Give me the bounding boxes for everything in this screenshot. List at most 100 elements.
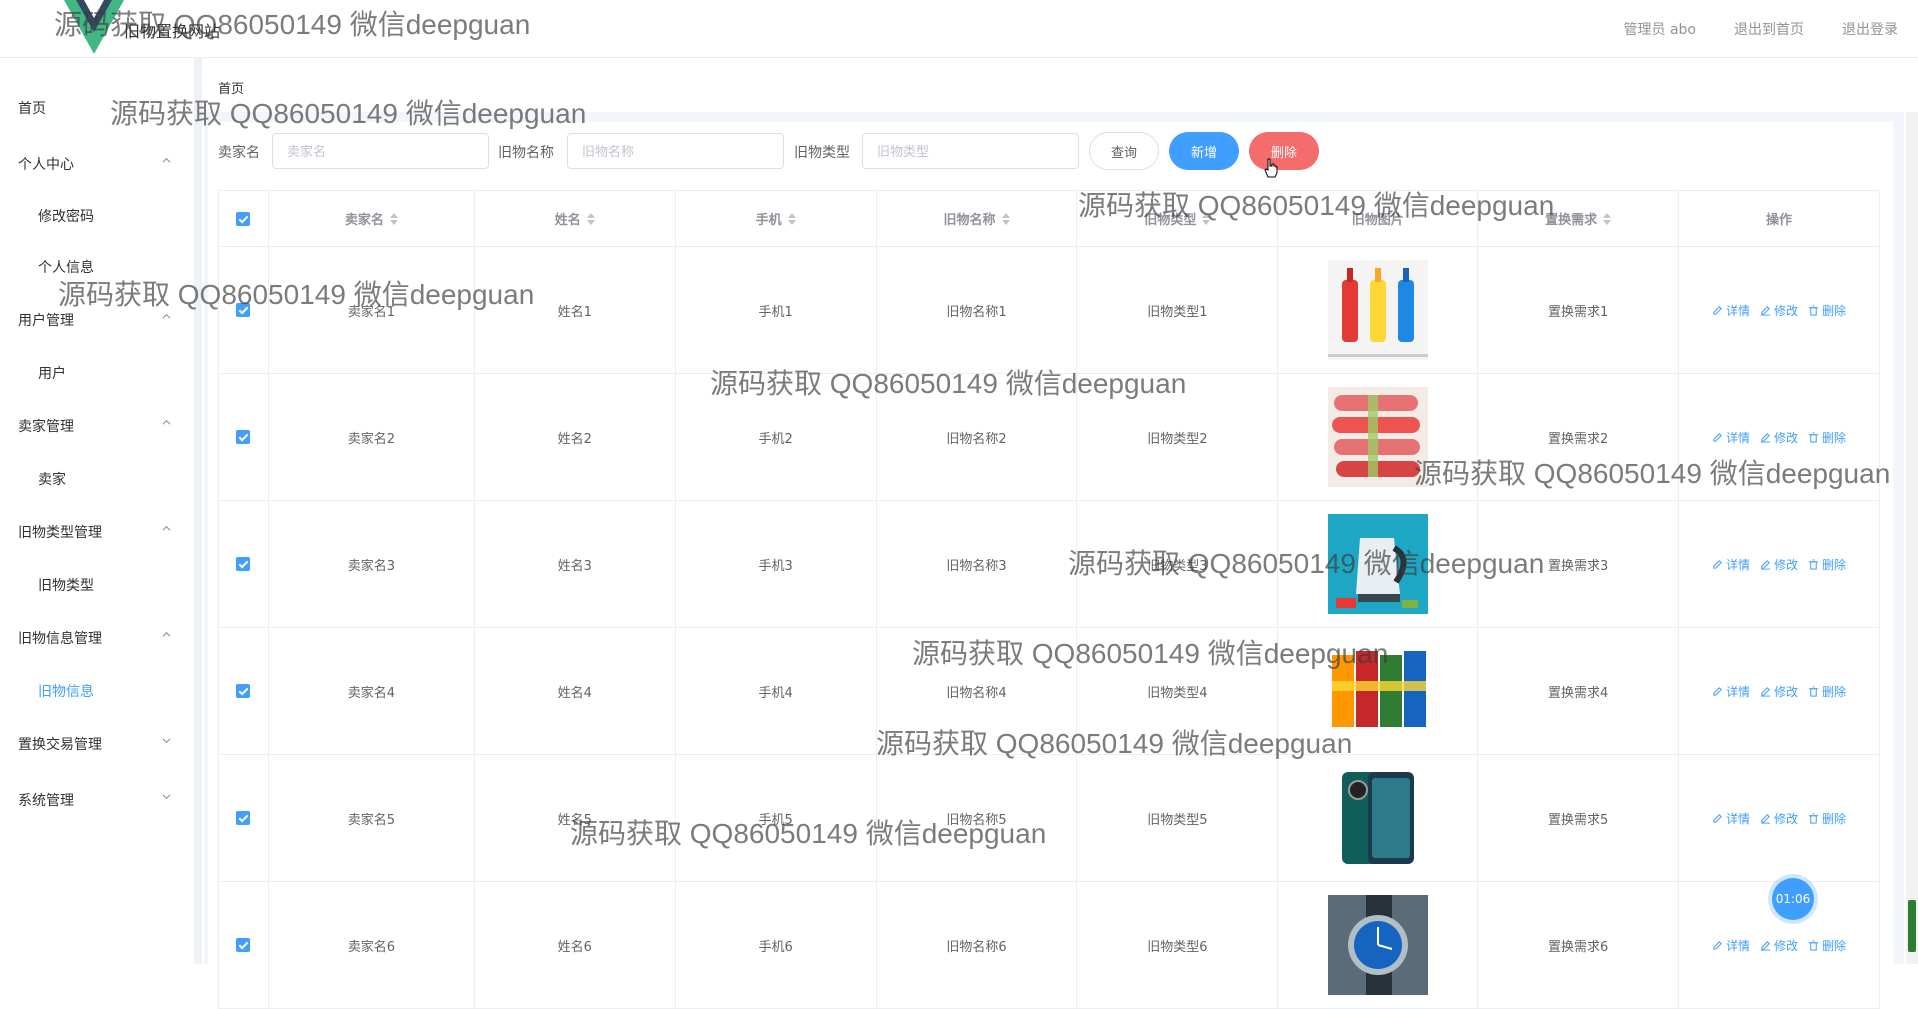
cell-item-name: 旧物名称3 [876,501,1078,628]
hand-cursor-icon [1264,158,1278,178]
sort-icon[interactable] [586,212,595,225]
row-delete-button[interactable]: 删除 [1808,302,1846,319]
item-thumbnail[interactable] [1327,641,1428,741]
cell-exchange-need: 置换需求1 [1478,247,1680,374]
edit-button[interactable]: 修改 [1760,429,1798,446]
sidebar-item-item-info[interactable]: 旧物信息 [38,681,94,701]
back-home-link[interactable]: 退出到首页 [1734,19,1804,39]
add-button[interactable]: 新增 [1169,132,1239,170]
sort-icon[interactable] [389,212,398,225]
sidebar-item-seller-management[interactable]: 卖家管理 [18,416,178,436]
sidebar-item-item-types[interactable]: 旧物类型 [38,575,94,595]
cell-name: 姓名1 [474,247,676,374]
detail-button[interactable]: 详情 [1712,556,1750,573]
header-item-name[interactable]: 旧物名称 [876,191,1078,247]
cell-name: 姓名5 [474,755,676,882]
cell-item-image[interactable] [1278,501,1479,628]
edit-button[interactable]: 修改 [1760,302,1798,319]
detail-button[interactable]: 详情 [1712,302,1750,319]
cell-item-type: 旧物类型5 [1077,755,1279,882]
header-seller[interactable]: 卖家名 [268,191,475,247]
detail-button[interactable]: 详情 [1712,683,1750,700]
item-name-search-input[interactable] [567,133,784,169]
header-name[interactable]: 姓名 [474,191,676,247]
item-thumbnail[interactable] [1327,514,1428,614]
detail-button[interactable]: 详情 [1712,937,1750,954]
item-thumbnail[interactable] [1327,260,1428,360]
header-item-type[interactable]: 旧物类型 [1077,191,1279,247]
row-delete-button[interactable]: 删除 [1808,810,1846,827]
query-button[interactable]: 查询 [1089,132,1159,170]
cell-exchange-need: 置换需求6 [1478,882,1680,1009]
cell-item-type: 旧物类型2 [1077,374,1279,501]
row-checkbox[interactable] [236,938,251,952]
chevron-up-icon [162,419,171,425]
header-exchange-need[interactable]: 置换需求 [1478,191,1680,247]
scrollbar-thumb[interactable] [1908,900,1916,952]
item-thumbnail[interactable] [1327,895,1428,995]
row-delete-button[interactable]: 删除 [1808,429,1846,446]
edit-icon [1760,305,1771,316]
detail-button[interactable]: 详情 [1712,810,1750,827]
cell-seller: 卖家名4 [268,628,475,755]
cell-item-image[interactable] [1278,247,1479,374]
sort-icon[interactable] [787,212,796,225]
edit-button[interactable]: 修改 [1760,683,1798,700]
sidebar [0,58,200,964]
timer-badge[interactable]: 01:06 [1772,878,1814,920]
item-thumbnail[interactable] [1327,768,1428,868]
row-delete-button[interactable]: 删除 [1808,556,1846,573]
edit-button[interactable]: 修改 [1760,556,1798,573]
detail-button[interactable]: 详情 [1712,429,1750,446]
edit-icon [1713,813,1722,823]
sidebar-item-home[interactable]: 首页 [18,98,178,118]
sidebar-item-item-info-management[interactable]: 旧物信息管理 [18,628,178,648]
sidebar-item-system-management[interactable]: 系统管理 [18,790,178,810]
cell-item-image[interactable] [1278,628,1479,755]
sidebar-item-personal-center[interactable]: 个人中心 [18,154,178,174]
logout-link[interactable]: 退出登录 [1842,19,1898,39]
item-type-search-input[interactable] [862,133,1079,169]
sidebar-item-user-management[interactable]: 用户管理 [18,310,178,330]
table-row[interactable]: 卖家名4 姓名4 手机4 旧物名称4 旧物类型4 置换需求4 详情 修改 删除 [219,628,1880,755]
edit-button[interactable]: 修改 [1760,937,1798,954]
sort-icon[interactable] [1001,212,1010,225]
table-row[interactable]: 卖家名2 姓名2 手机2 旧物名称2 旧物类型2 置换需求2 详情 修改 删除 [219,374,1880,501]
sort-icon[interactable] [1202,212,1211,225]
edit-icon [1713,432,1722,442]
scrollbar[interactable] [1906,112,1918,964]
delete-button[interactable]: 删除 [1249,132,1319,170]
breadcrumb[interactable]: 首页 [218,78,244,97]
row-checkbox[interactable] [236,430,251,444]
row-checkbox[interactable] [236,557,251,571]
row-checkbox[interactable] [236,811,251,825]
table-row[interactable]: 卖家名5 姓名5 手机5 旧物名称5 旧物类型5 置换需求5 详情 修改 删除 [219,755,1880,882]
select-all-checkbox[interactable] [236,211,251,226]
header-phone[interactable]: 手机 [675,191,877,247]
table-row[interactable]: 卖家名1 姓名1 手机1 旧物名称1 旧物类型1 置换需求1 详情 修改 删除 [219,247,1880,374]
row-checkbox[interactable] [236,303,251,317]
sidebar-item-personal-info[interactable]: 个人信息 [38,257,94,277]
row-checkbox[interactable] [236,684,251,698]
sidebar-item-sellers[interactable]: 卖家 [38,469,66,489]
sidebar-item-item-type-management[interactable]: 旧物类型管理 [18,522,178,542]
cell-item-image[interactable] [1278,882,1479,1009]
seller-search-input[interactable] [272,133,489,169]
table-row[interactable]: 卖家名6 姓名6 手机6 旧物名称6 旧物类型6 置换需求6 详情 修改 删除 [219,882,1880,1009]
cell-item-image[interactable] [1278,755,1479,882]
sort-icon[interactable] [1603,212,1612,225]
item-thumbnail[interactable] [1327,387,1428,487]
sidebar-item-users[interactable]: 用户 [38,363,66,383]
sidebar-item-exchange-management[interactable]: 置换交易管理 [18,734,178,754]
edit-button[interactable]: 修改 [1760,810,1798,827]
row-delete-button[interactable]: 删除 [1808,683,1846,700]
table-row[interactable]: 卖家名3 姓名3 手机3 旧物名称3 旧物类型3 置换需求3 详情 修改 删除 [219,501,1880,628]
table-body: 卖家名1 姓名1 手机1 旧物名称1 旧物类型1 置换需求1 详情 修改 删除 卖家名2 姓名2 手机… [219,247,1880,1009]
cell-item-image[interactable] [1278,374,1479,501]
row-delete-button[interactable]: 删除 [1808,937,1846,954]
trash-icon [1808,558,1819,570]
cell-name: 姓名6 [474,882,676,1009]
trash-icon [1808,304,1819,316]
sidebar-item-change-password[interactable]: 修改密码 [38,206,94,226]
edit-icon [1760,686,1771,697]
